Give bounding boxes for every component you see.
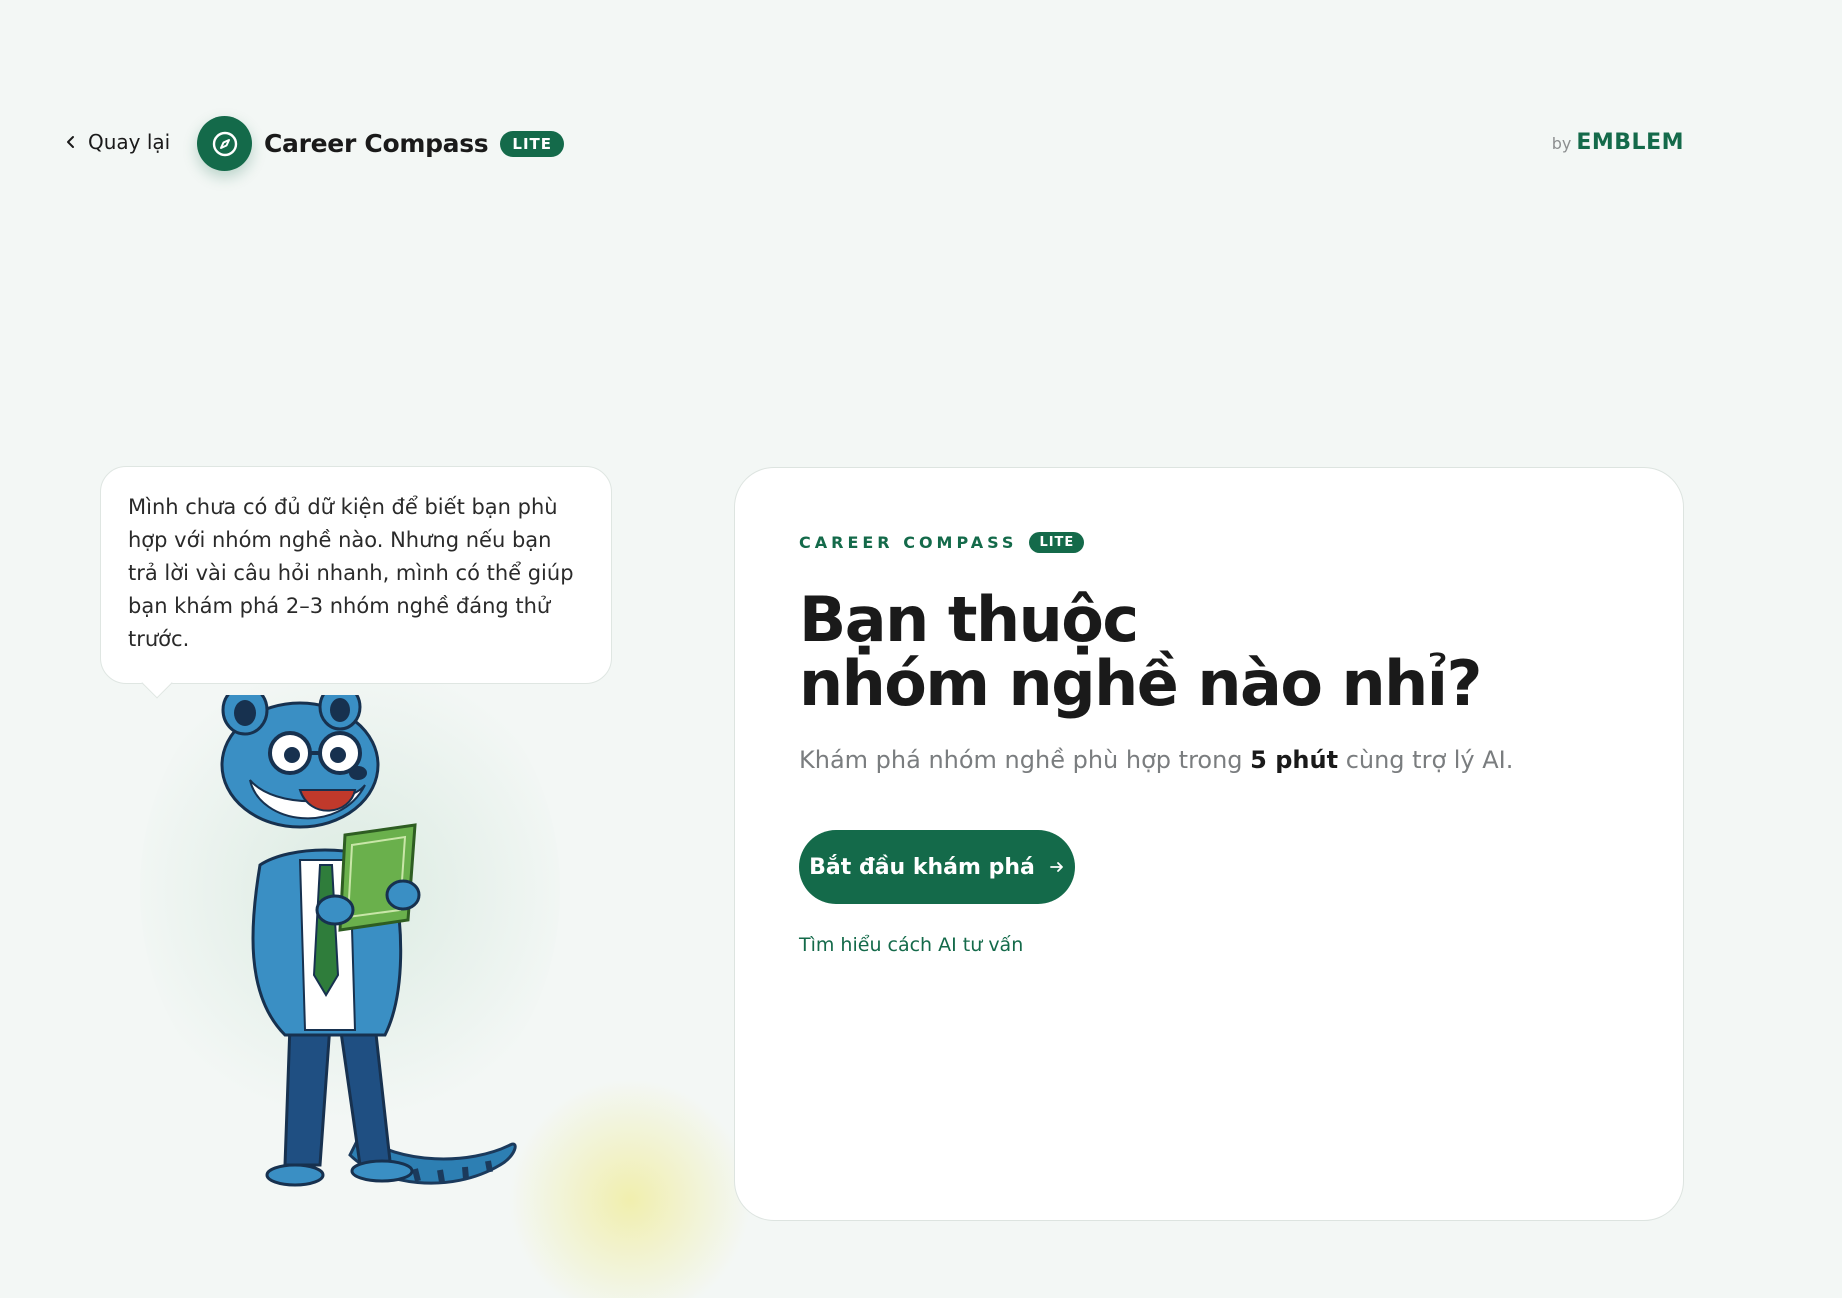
brand[interactable]: Career Compass LITE [197,116,565,171]
subtitle-start: Khám phá nhóm nghề phù hợp trong [799,746,1251,774]
chevron-left-icon [67,136,74,148]
back-label: Quay lại [88,130,171,154]
brand-name: Career Compass [264,129,489,158]
lite-badge: LITE [500,130,565,157]
eyebrow-text: CAREER COMPASS [799,533,1018,552]
eyebrow-lite-badge: LITE [1029,532,1085,553]
card-eyebrow: CAREER COMPASS LITE [799,532,1085,553]
company-logo: EMBLEM [1576,130,1684,155]
by-label: by [1551,134,1572,153]
byline: by EMBLEM [1552,130,1684,155]
back-button[interactable]: Quay lại [64,130,170,154]
mascot-illustration [220,695,517,1187]
start-explore-button[interactable]: Bắt đầu khám phá [799,830,1075,904]
speech-bubble: Mình chưa có đủ dữ kiện để biết bạn phù … [100,466,612,684]
compass-icon [197,116,252,171]
mascot-area: Mình chưa có đủ dữ kiện để biết bạn phù … [60,440,760,1298]
arrow-right-icon [1049,862,1063,872]
start-explore-label: Bắt đầu khám phá [809,854,1035,880]
intro-card: CAREER COMPASS LITE Bạn thuộc nhóm nghề … [734,467,1684,1221]
subtitle: Khám phá nhóm nghề phù hợp trong 5 phút … [799,746,1513,774]
page: Quay lại Career Compass LITE by EMBLEM M… [0,0,1842,1298]
headline-line-1: Bạn thuộc [799,583,1139,656]
page-title: Bạn thuộc nhóm nghề nào nhỉ? [799,588,1483,716]
speech-text: Mình chưa có đủ dữ kiện để biết bạn phù … [128,495,574,651]
subtitle-end: cùng trợ lý AI. [1338,746,1514,774]
top-header: Quay lại Career Compass LITE by EMBLEM [0,0,1842,290]
learn-more-link[interactable]: Tìm hiểu cách AI tư vấn [799,934,1023,956]
headline-line-2: nhóm nghề nào nhỉ? [799,647,1483,720]
subtitle-bold: 5 phút [1250,746,1339,774]
